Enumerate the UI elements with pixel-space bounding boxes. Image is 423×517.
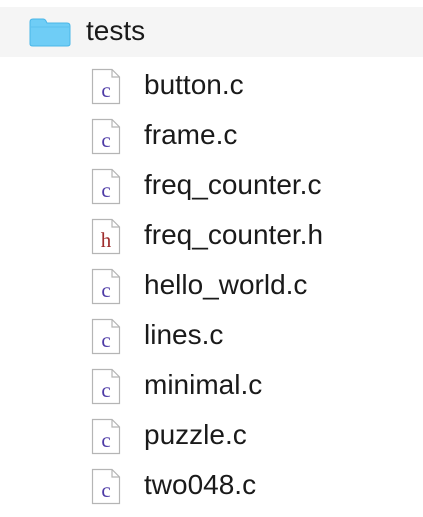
- file-type-letter: c: [101, 278, 111, 302]
- folder-icon: [29, 18, 71, 47]
- file-row[interactable]: c button.c: [0, 61, 423, 111]
- c-file-icon: c: [91, 368, 121, 405]
- file-row[interactable]: c puzzle.c: [0, 411, 423, 461]
- file-type-letter: c: [101, 378, 111, 402]
- file-row[interactable]: c frame.c: [0, 111, 423, 161]
- folder-name: tests: [86, 15, 146, 46]
- file-type-letter: c: [101, 428, 111, 452]
- c-file-icon: c: [91, 468, 121, 505]
- file-name: lines.c: [144, 319, 224, 350]
- c-file-icon: c: [91, 68, 121, 105]
- file-name: hello_world.c: [144, 269, 308, 300]
- file-name: freq_counter.h: [144, 219, 324, 250]
- file-row[interactable]: c hello_world.c: [0, 261, 423, 311]
- folder-row-tests[interactable]: tests: [0, 7, 423, 57]
- file-row[interactable]: c lines.c: [0, 311, 423, 361]
- file-name: two048.c: [144, 469, 257, 500]
- file-name: frame.c: [144, 119, 238, 150]
- file-type-letter: c: [101, 178, 111, 202]
- file-row[interactable]: c minimal.c: [0, 361, 423, 411]
- file-name: minimal.c: [144, 369, 263, 400]
- c-file-icon: c: [91, 118, 121, 155]
- file-name: button.c: [144, 69, 244, 100]
- c-file-icon: c: [91, 268, 121, 305]
- file-type-letter: c: [101, 478, 111, 502]
- file-type-letter: c: [101, 78, 111, 102]
- file-row[interactable]: h freq_counter.h: [0, 211, 423, 261]
- c-file-icon: c: [91, 168, 121, 205]
- file-row[interactable]: c two048.c: [0, 461, 423, 511]
- file-type-letter: h: [100, 228, 112, 252]
- file-type-letter: c: [101, 328, 111, 352]
- file-name: puzzle.c: [144, 419, 247, 450]
- file-row[interactable]: c freq_counter.c: [0, 161, 423, 211]
- c-file-icon: c: [91, 318, 121, 355]
- file-tree: tests c button.c c frame.c c freq_counte…: [0, 0, 423, 517]
- c-file-icon: c: [91, 418, 121, 455]
- h-file-icon: h: [91, 218, 121, 255]
- file-type-letter: c: [101, 128, 111, 152]
- file-name: freq_counter.c: [144, 169, 322, 200]
